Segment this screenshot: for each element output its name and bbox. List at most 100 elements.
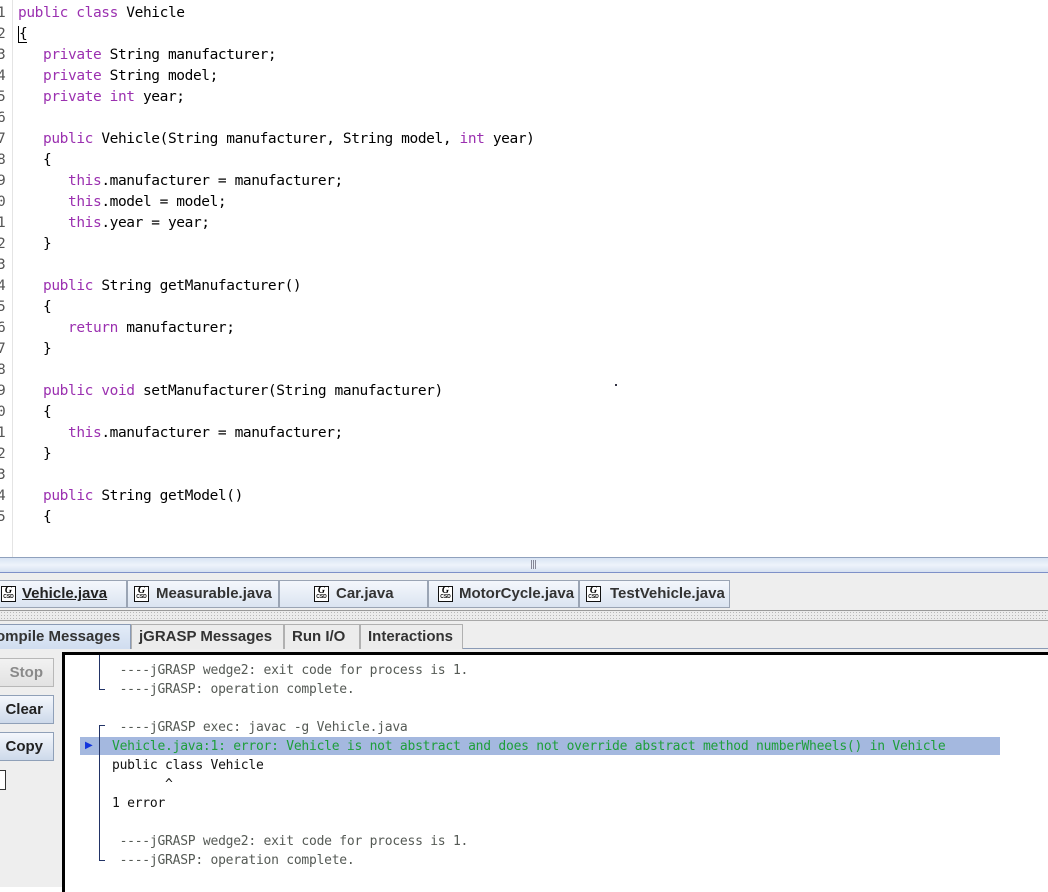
line-number: 3 [0,467,6,483]
code-token: { [18,299,52,315]
code-editor[interactable]: 1 public class Vehicle 2 {3 private String … [0,0,1048,558]
code-text: { [18,150,52,171]
code-token: String manufacturer; [101,47,277,63]
keyword-token: public class [18,5,118,21]
console-line: ^ [112,777,173,792]
code-text: private int year; [18,87,185,108]
code-token: Vehicle [117,5,185,21]
file-tab-label: Vehicle.java [22,585,108,602]
pane-splitter[interactable]: ||| [0,557,1048,573]
code-token: String model; [101,68,219,84]
console-line: ----jGRASP wedge2: exit code for process… [112,834,469,849]
code-token: } [18,341,52,357]
file-tab-label: TestVehicle.java [610,585,725,602]
code-text: public String getManufacturer() [18,276,302,297]
line-number: 9 [0,173,6,189]
file-tab-motorcycle[interactable]: G CSD MotorCycle.java [428,580,579,608]
keyword-token: this [67,194,102,210]
code-token: .year = year; [101,215,210,231]
code-token: .model = model; [101,194,227,210]
line-number: 5 [0,509,6,525]
code-token: .manufacturer = manufacturer; [101,173,343,189]
output-group-bracket [99,725,105,861]
line-number: 9 [0,383,6,399]
file-tab-measurable[interactable]: G CSD Measurable.java [127,580,279,608]
keyword-token: public void [43,383,135,399]
tab-compile-messages[interactable]: ompile Messages [0,624,131,650]
line-number: 8 [0,152,6,168]
line-number: 1 [0,5,6,21]
line-number: 4 [0,278,6,294]
keyword-token: this [67,425,102,441]
code-text: } [18,444,52,465]
dotted-divider [0,611,1048,621]
compile-output-console[interactable]: ▶ ----jGRASP wedge2: exit code for proce… [62,652,1048,892]
csd-file-icon: G CSD [1,586,16,602]
code-token: String getModel() [92,488,243,504]
line-number: 4 [0,488,6,504]
console-line: public class Vehicle [112,758,264,773]
console-line: ----jGRASP: operation complete. [112,682,355,697]
code-text: public String getModel() [18,486,243,507]
stray-pixel [615,384,617,386]
option-checkbox[interactable] [0,770,6,790]
code-text: { [18,507,52,528]
line-number: 6 [0,320,6,336]
error-message-line[interactable]: Vehicle.java:1: error: Vehicle is not ab… [112,737,946,756]
code-text: } [18,234,52,255]
current-error-arrow-icon: ▶ [85,740,93,751]
splitter-grip-icon[interactable]: ||| [530,560,537,570]
line-number: 0 [0,194,6,210]
code-text: { [18,24,28,45]
message-panel: Stop Clear Copy ▶ ----jGRASP wedge2: exi… [0,649,1048,892]
copy-button[interactable]: Copy [0,732,54,761]
code-token: Vehicle(String manufacturer, String mode… [92,131,460,147]
code-text: this.year = year; [18,213,210,234]
console-line: ----jGRASP exec: javac -g Vehicle.java [112,720,408,735]
code-token: { [18,152,52,168]
line-number: 0 [0,404,6,420]
line-number: 4 [0,68,6,84]
line-number: 3 [0,47,6,63]
clear-button[interactable]: Clear [0,695,54,724]
code-token: String getManufacturer() [92,278,302,294]
line-number: 5 [0,299,6,315]
tab-jgrasp-messages[interactable]: jGRASP Messages [131,624,284,649]
output-group-bracket [99,655,105,690]
keyword-token: public [43,488,93,504]
file-tab-bar: G CSD Vehicle.java G CSD Measurable.java G… [0,573,1048,611]
tab-run-io[interactable]: Run I/O [284,624,360,649]
keyword-token: this [67,215,102,231]
code-text: this.manufacturer = manufacturer; [18,171,343,192]
code-token: setManufacturer(String manufacturer) [134,383,443,399]
code-text: { [18,297,52,318]
code-text: this.manufacturer = manufacturer; [18,423,343,444]
code-text: public class Vehicle [18,3,185,24]
tab-interactions[interactable]: Interactions [360,624,463,649]
file-tab-testvehicle[interactable]: G CSD TestVehicle.java [579,580,730,608]
console-line: 1 error [112,796,166,811]
file-tab-label: MotorCycle.java [459,585,575,602]
line-number: 3 [0,257,6,273]
keyword-token: private [43,47,102,63]
stop-button[interactable]: Stop [0,658,54,687]
code-token: } [18,446,52,462]
file-tab-car[interactable]: G CSD Car.java [279,580,428,608]
line-number: 2 [0,26,6,42]
code-text: public Vehicle(String manufacturer, Stri… [18,129,535,150]
console-line: ----jGRASP: operation complete. [112,853,355,868]
code-token: { [18,404,52,420]
code-text: private String model; [18,66,218,87]
line-number: 5 [0,89,6,105]
code-text: { [18,402,52,423]
file-tab-vehicle[interactable]: G CSD Vehicle.java [0,580,127,608]
code-text: } [18,339,52,360]
line-number: 1 [0,215,6,231]
